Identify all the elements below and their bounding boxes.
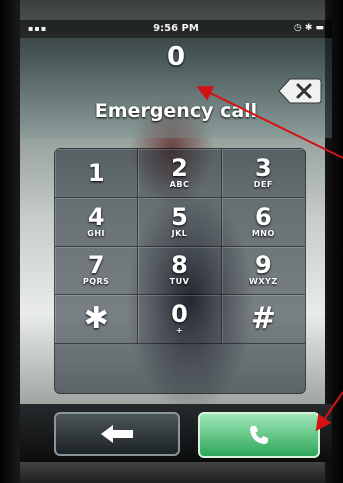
key-four[interactable]: 4 GHI (55, 197, 139, 247)
phone-screen: ▪▪▪ 9:56 PM ◷ ✱ ▬ 0 Emergency call 1 2 ABC… (20, 20, 332, 472)
dial-keypad: 1 2 ABC 3 DEF 4 GHI 5 JKL 6 MNO 7 PQRS 8 TUV 9 WXYZ ✱ 0 + # (54, 148, 306, 394)
backspace-icon (278, 78, 322, 104)
key-eight[interactable]: 8 TUV (138, 246, 222, 296)
status-icons: ◷ ✱ ▬ (293, 23, 324, 33)
key-letters: GHI (87, 228, 106, 238)
phone-frame-left (0, 0, 20, 483)
key-star[interactable]: ✱ (55, 295, 139, 345)
key-hash[interactable]: # (221, 295, 305, 345)
key-digit: 4 (87, 202, 105, 231)
key-digit: 3 (254, 153, 272, 182)
key-digit: 1 (87, 158, 105, 187)
key-letters: PQRS (82, 277, 110, 287)
key-letters: DEF (253, 179, 273, 189)
key-digit: 5 (171, 202, 188, 231)
key-zero[interactable]: 0 + (138, 295, 222, 345)
key-digit: ✱ (83, 301, 109, 337)
key-digit: 2 (171, 153, 188, 182)
key-letters: MNO (251, 228, 275, 238)
key-letters: JKL (171, 228, 188, 238)
key-digit: 9 (254, 251, 272, 280)
phone-icon (250, 426, 268, 444)
left-arrow-icon (101, 425, 133, 443)
key-five[interactable]: 5 JKL (138, 197, 222, 247)
key-digit: 8 (171, 251, 188, 280)
key-letters: WXYZ (249, 277, 278, 287)
back-button[interactable] (54, 412, 180, 456)
key-nine[interactable]: 9 WXYZ (221, 247, 305, 296)
backspace-button[interactable] (278, 78, 322, 104)
key-digit: 6 (254, 202, 272, 231)
key-letters: + (175, 326, 184, 336)
status-time: 9:56 PM (153, 23, 199, 34)
key-seven[interactable]: 7 PQRS (55, 246, 139, 296)
key-digit: # (250, 301, 276, 337)
key-letters: TUV (169, 277, 190, 287)
key-two[interactable]: 2 ABC (138, 149, 222, 198)
key-one[interactable]: 1 (55, 149, 139, 198)
key-three[interactable]: 3 DEF (221, 149, 305, 198)
key-six[interactable]: 6 MNO (221, 198, 305, 247)
key-digit: 7 (87, 251, 105, 280)
entered-number: 0 (166, 42, 186, 72)
key-letters: ABC (169, 179, 190, 189)
key-digit: 0 (171, 300, 188, 329)
number-display: 0 Emergency call (20, 38, 332, 138)
call-button[interactable] (198, 412, 320, 458)
status-bar: ▪▪▪ 9:56 PM ◷ ✱ ▬ (20, 20, 332, 38)
